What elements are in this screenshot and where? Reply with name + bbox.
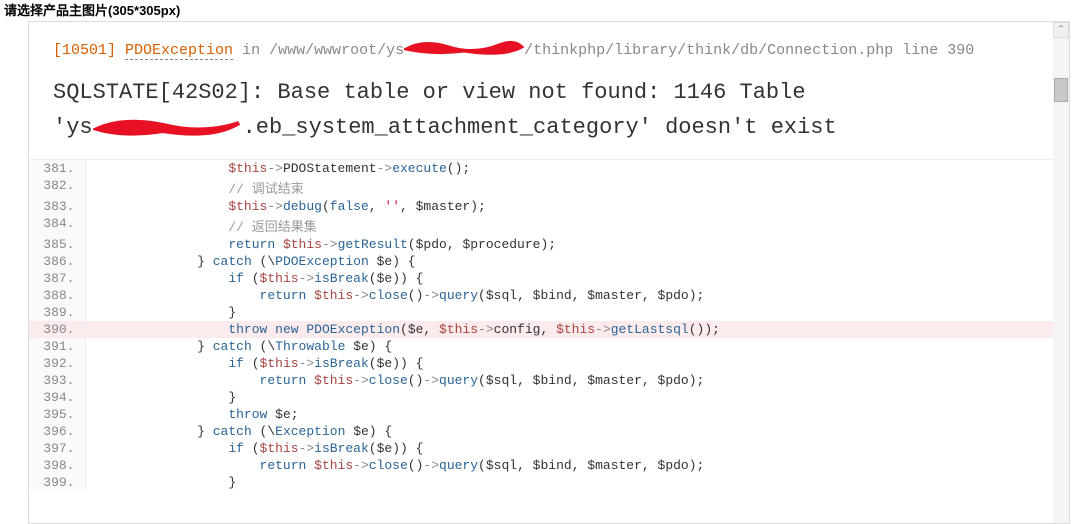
code-content: $this->PDOStatement->execute(); — [85, 160, 1069, 177]
line-number: 386. — [29, 253, 85, 270]
page-top-label: 请选择产品主图片(305*305px) — [0, 0, 1078, 21]
code-content: } — [85, 389, 1069, 406]
code-line: 381. $this->PDOStatement->execute(); — [29, 160, 1069, 177]
scroll-up-button[interactable]: ⌃ — [1053, 22, 1069, 38]
code-content: if ($this->isBreak($e)) { — [85, 355, 1069, 372]
error-code: [10501] — [53, 42, 116, 59]
line-number: 392. — [29, 355, 85, 372]
code-line: 385. return $this->getResult($pdo, $proc… — [29, 236, 1069, 253]
error-class[interactable]: PDOException — [125, 42, 233, 60]
code-line: 386. } catch (\PDOException $e) { — [29, 253, 1069, 270]
code-content: return $this->close()->query($sql, $bind… — [85, 372, 1069, 389]
code-content: // 调试结束 — [85, 177, 1069, 198]
error-message-line2-pre: 'ys — [53, 115, 93, 140]
code-content: $this->debug(false, '', $master); — [85, 198, 1069, 215]
code-line: 382. // 调试结束 — [29, 177, 1069, 198]
error-message: SQLSTATE[42S02]: Base table or view not … — [29, 71, 1069, 159]
redaction-mark-2 — [93, 115, 243, 140]
line-number: 393. — [29, 372, 85, 389]
error-in: in — [242, 42, 260, 59]
scroll-track[interactable] — [1053, 38, 1069, 523]
code-line: 387. if ($this->isBreak($e)) { — [29, 270, 1069, 287]
code-content: return $this->getResult($pdo, $procedure… — [85, 236, 1069, 253]
line-number: 383. — [29, 198, 85, 215]
code-content: } catch (\PDOException $e) { — [85, 253, 1069, 270]
code-line: 383. $this->debug(false, '', $master); — [29, 198, 1069, 215]
error-message-line1: SQLSTATE[42S02]: Base table or view not … — [53, 75, 1045, 110]
code-line: 394. } — [29, 389, 1069, 406]
error-message-line2-post: .eb_system_attachment_category' doesn't … — [243, 115, 837, 140]
line-number: 396. — [29, 423, 85, 440]
code-line: 390. throw new PDOException($e, $this->c… — [29, 321, 1069, 338]
line-number: 381. — [29, 160, 85, 177]
code-content: throw new PDOException($e, $this->config… — [85, 321, 1069, 338]
code-content: // 返回结果集 — [85, 215, 1069, 236]
code-table: 381. $this->PDOStatement->execute();382.… — [29, 160, 1069, 491]
code-line: 388. return $this->close()->query($sql, … — [29, 287, 1069, 304]
error-summary: [10501] PDOException in /www/wwwroot/ys /… — [53, 38, 1045, 63]
line-number: 394. — [29, 389, 85, 406]
code-line: 395. throw $e; — [29, 406, 1069, 423]
line-number: 398. — [29, 457, 85, 474]
code-content: } — [85, 474, 1069, 491]
code-line: 398. return $this->close()->query($sql, … — [29, 457, 1069, 474]
code-content: if ($this->isBreak($e)) { — [85, 270, 1069, 287]
code-content: throw $e; — [85, 406, 1069, 423]
line-number: 388. — [29, 287, 85, 304]
line-number: 399. — [29, 474, 85, 491]
error-line-label: line 390 — [902, 42, 974, 59]
error-path-post: /thinkphp/library/think/db/Connection.ph… — [524, 42, 893, 59]
code-line: 389. } — [29, 304, 1069, 321]
line-number: 382. — [29, 177, 85, 198]
code-content: } — [85, 304, 1069, 321]
code-line: 397. if ($this->isBreak($e)) { — [29, 440, 1069, 457]
code-content: return $this->close()->query($sql, $bind… — [85, 287, 1069, 304]
code-line: 396. } catch (\Exception $e) { — [29, 423, 1069, 440]
code-line: 399. } — [29, 474, 1069, 491]
line-number: 389. — [29, 304, 85, 321]
code-content: } catch (\Throwable $e) { — [85, 338, 1069, 355]
code-content: return $this->close()->query($sql, $bind… — [85, 457, 1069, 474]
code-content: if ($this->isBreak($e)) { — [85, 440, 1069, 457]
line-number: 385. — [29, 236, 85, 253]
code-block: 381. $this->PDOStatement->execute();382.… — [29, 159, 1069, 491]
line-number: 387. — [29, 270, 85, 287]
line-number: 397. — [29, 440, 85, 457]
code-line: 393. return $this->close()->query($sql, … — [29, 372, 1069, 389]
code-line: 384. // 返回结果集 — [29, 215, 1069, 236]
line-number: 391. — [29, 338, 85, 355]
scroll-thumb[interactable] — [1054, 78, 1068, 102]
code-content: } catch (\Exception $e) { — [85, 423, 1069, 440]
error-header: [10501] PDOException in /www/wwwroot/ys /… — [29, 22, 1069, 71]
line-number: 390. — [29, 321, 85, 338]
error-message-line2: 'ys .eb_system_attachment_category' doesn… — [53, 110, 1045, 145]
code-line: 392. if ($this->isBreak($e)) { — [29, 355, 1069, 372]
line-number: 395. — [29, 406, 85, 423]
error-path-pre: /www/wwwroot/ys — [269, 42, 404, 59]
code-line: 391. } catch (\Throwable $e) { — [29, 338, 1069, 355]
line-number: 384. — [29, 215, 85, 236]
redaction-mark-1 — [404, 36, 524, 60]
error-panel: ⌃ [10501] PDOException in /www/wwwroot/y… — [28, 21, 1070, 524]
